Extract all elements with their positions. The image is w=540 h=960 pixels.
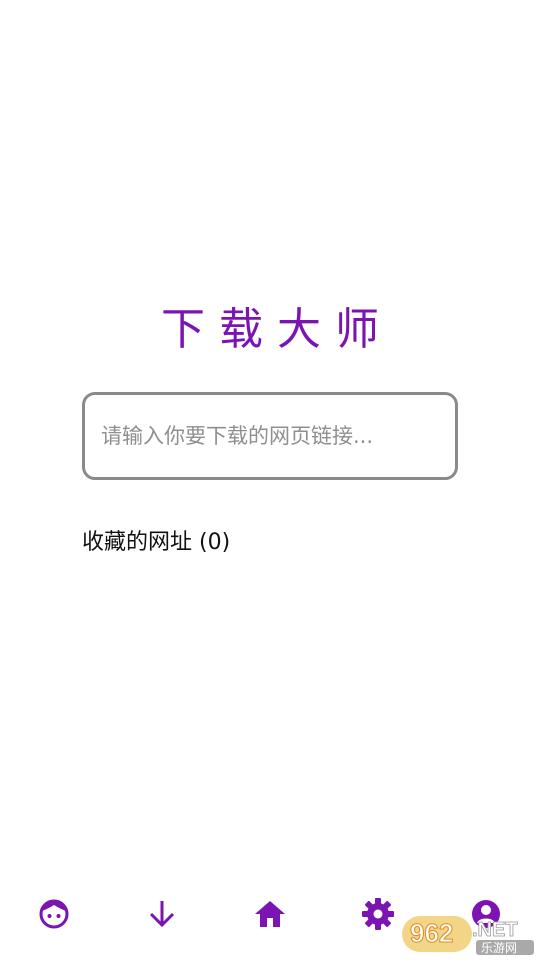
nav-face-button[interactable] [22,892,86,936]
nav-home-button[interactable] [238,892,302,936]
gear-icon [362,898,394,930]
app-title: 下载大师 [161,304,393,355]
svg-text:乐游网: 乐游网 [481,941,517,955]
home-icon [255,901,285,927]
svg-text:962: 962 [410,918,453,948]
search-box[interactable] [82,392,458,480]
nav-download-button[interactable] [130,892,194,936]
watermark-logo: 962 .NET 乐游网 [402,916,534,955]
nav-settings-button[interactable] [346,892,410,936]
favorites-label[interactable]: 收藏的网址 (0) [82,528,230,558]
svg-text:.NET: .NET [472,919,518,941]
url-input[interactable] [101,395,439,477]
face-icon [39,899,69,929]
arrow-down-icon [149,901,175,928]
